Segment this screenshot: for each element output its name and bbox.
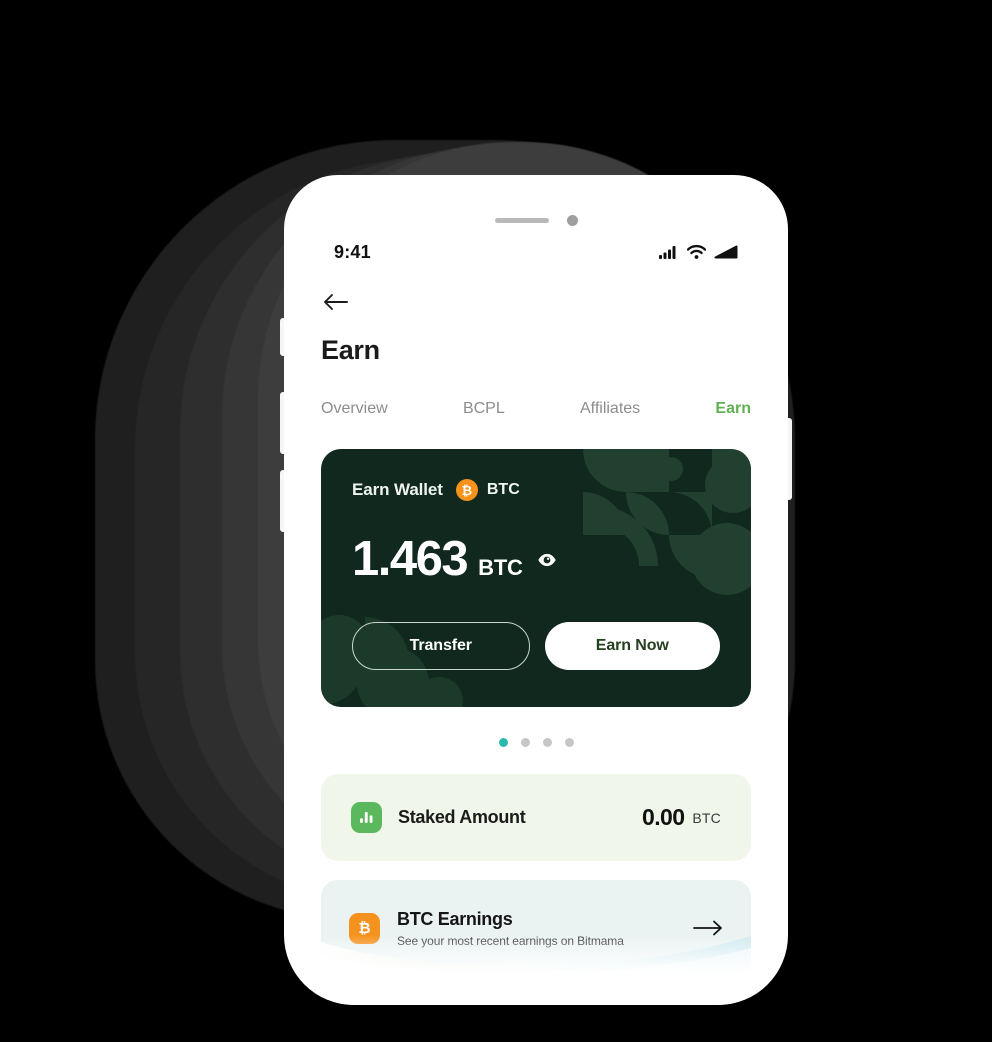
bitcoin-glyph: ₿: [358, 919, 371, 937]
staked-amount-unit: BTC: [692, 809, 721, 826]
navigation-row: [321, 279, 751, 325]
wallet-asset: ₿ BTC: [455, 479, 520, 501]
phone-frame: 9:41 Earn Overview BCPL Affiliates Earn …: [284, 175, 788, 1005]
bar-chart-glyph: [360, 812, 373, 823]
front-camera-icon: [566, 215, 578, 226]
battery-icon: [714, 245, 738, 259]
earnings-title: BTC Earnings: [397, 908, 513, 929]
btc-earnings-card[interactable]: ₿ BTC Earnings See your most recent earn…: [321, 880, 751, 976]
tab-affiliates[interactable]: Affiliates: [580, 400, 640, 418]
wallet-asset-symbol: BTC: [486, 481, 520, 498]
wifi-icon: [687, 245, 706, 259]
app-content: Earn Overview BCPL Affiliates Earn Earn …: [284, 279, 788, 976]
transfer-button[interactable]: Transfer: [352, 622, 530, 670]
toggle-balance-visibility-button[interactable]: [537, 553, 557, 567]
carousel-dot-3[interactable]: [542, 737, 552, 747]
arrow-left-icon: [324, 294, 348, 310]
page-title: Earn: [321, 335, 380, 365]
tab-bar: Overview BCPL Affiliates Earn: [321, 394, 751, 424]
bitcoin-icon: ₿: [349, 912, 380, 944]
status-icons: [659, 245, 738, 259]
carousel-dot-4[interactable]: [564, 737, 574, 747]
tab-bcpl[interactable]: BCPL: [463, 400, 505, 418]
scene: 9:41 Earn Overview BCPL Affiliates Earn …: [0, 0, 992, 1042]
balance-value: 1.463: [352, 532, 469, 586]
signal-icon: [659, 246, 676, 259]
arrow-right-icon: [693, 920, 722, 936]
bar-chart-icon: [351, 802, 382, 833]
tab-overview[interactable]: Overview: [321, 400, 388, 418]
carousel-dot-1[interactable]: [498, 737, 508, 747]
bitcoin-icon: ₿: [455, 479, 478, 501]
earnings-open-button[interactable]: [693, 920, 723, 936]
staked-amount-value: 0.00: [642, 804, 685, 830]
tab-earn[interactable]: Earn: [715, 400, 751, 418]
carousel-dot-2[interactable]: [520, 737, 530, 747]
balance-unit: BTC: [478, 555, 523, 580]
status-bar: 9:41: [284, 237, 788, 267]
carousel-indicator: [321, 736, 751, 748]
back-button[interactable]: [321, 287, 351, 317]
staked-amount-card[interactable]: Staked Amount 0.00 BTC: [321, 774, 751, 861]
status-time: 9:41: [334, 241, 371, 262]
balance-row: 1.463 BTC: [352, 535, 720, 584]
eye-icon: [538, 553, 556, 566]
wallet-header: Earn Wallet ₿ BTC: [352, 479, 720, 501]
earnings-text-group: BTC Earnings See your most recent earnin…: [397, 909, 624, 948]
wallet-actions: Transfer Earn Now: [352, 622, 720, 670]
wallet-label: Earn Wallet: [352, 480, 443, 499]
earn-wallet-card[interactable]: Earn Wallet ₿ BTC 1.463 BTC Transfer Ear…: [321, 449, 751, 707]
phone-notch: [284, 215, 788, 226]
speaker-grille-icon: [494, 218, 549, 223]
earn-now-button[interactable]: Earn Now: [544, 622, 720, 670]
earnings-subtitle: See your most recent earnings on Bitmama: [397, 933, 624, 948]
staked-amount-label: Staked Amount: [398, 807, 526, 827]
